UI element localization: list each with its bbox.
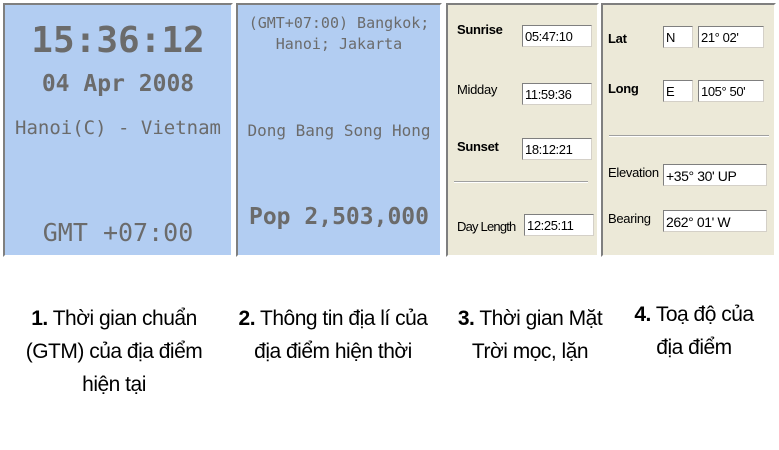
caption-4-line-2: địa điểm: [656, 336, 732, 359]
caption-1: 1. Thời gian chuẩn (GTM) của địa điểm hi…: [4, 302, 224, 401]
long-direction-field[interactable]: E: [663, 80, 693, 102]
divider: [609, 135, 769, 137]
location-name: Hanoi(C) - Vietnam: [15, 117, 221, 139]
sunset-field[interactable]: 18:12:21: [522, 138, 592, 160]
long-label: Long: [608, 81, 639, 96]
elevation-label: Elevation: [608, 165, 659, 180]
lat-label: Lat: [608, 31, 627, 46]
long-value-field[interactable]: 105° 50': [698, 80, 764, 102]
caption-1-line-3: hiện tại: [82, 373, 146, 396]
info-strip: 15:36:12 04 Apr 2008 Hanoi(C) - Vietnam …: [0, 0, 779, 262]
caption-3-line-2: Trời mọc, lặn: [471, 340, 589, 363]
caption-3: 3. Thời gian Mặt Trời mọc, lặn: [440, 302, 620, 368]
lat-value-field[interactable]: 21° 02': [698, 26, 764, 48]
timezone-line-1: (GMT+07:00) Bangkok;: [248, 14, 430, 32]
population: Pop 2,503,000: [248, 204, 429, 230]
caption-2-line-2: địa điểm hiện thời: [254, 340, 412, 363]
sunset-label: Sunset: [457, 139, 499, 154]
caption-3-text-1: Thời gian Mặt: [479, 307, 603, 330]
divider: [454, 181, 588, 183]
gmt-offset: GMT +07:00: [42, 218, 194, 247]
caption-1-line-1: 1. Thời gian chuẩn: [4, 302, 224, 335]
geo-info-panel[interactable]: (GMT+07:00) Bangkok; Hanoi; Jakarta Dong…: [236, 3, 442, 257]
lat-direction-field[interactable]: N: [663, 26, 693, 48]
region-name: Dong Bang Song Hong: [247, 121, 431, 140]
sunrise-label: Sunrise: [457, 22, 503, 37]
caption-2-text-1: Thông tin địa lí của: [260, 307, 428, 330]
caption-4-text-1: Toạ độ của: [655, 303, 754, 326]
sun-times-panel: Sunrise 05:47:10 Midday 11:59:36 Sunset …: [446, 3, 599, 257]
elevation-field[interactable]: +35° 30' UP: [663, 164, 767, 186]
sunrise-field[interactable]: 05:47:10: [522, 25, 592, 47]
caption-2-number: 2.: [238, 307, 256, 330]
current-date: 04 Apr 2008: [41, 71, 195, 97]
caption-1-number: 1.: [31, 307, 48, 330]
timezone-line-2: Hanoi; Jakarta: [275, 35, 403, 53]
caption-2-line-1: 2. Thông tin địa lí của: [223, 302, 443, 335]
day-length-field[interactable]: 12:25:11: [524, 214, 594, 236]
caption-3-line-1: 3. Thời gian Mặt: [440, 302, 620, 335]
midday-field[interactable]: 11:59:36: [522, 83, 592, 105]
current-time: 15:36:12: [31, 20, 205, 61]
local-time-panel[interactable]: 15:36:12 04 Apr 2008 Hanoi(C) - Vietnam …: [3, 3, 233, 257]
caption-4-number: 4.: [634, 303, 651, 326]
caption-4: 4. Toạ độ của địa điểm: [614, 298, 774, 364]
day-length-label: Day Length: [457, 219, 516, 234]
bearing-field[interactable]: 262° 01' W: [663, 210, 767, 232]
caption-3-number: 3.: [457, 307, 475, 330]
caption-1-line-2: (GTM) của địa điểm: [25, 340, 203, 363]
bearing-label: Bearing: [608, 211, 651, 226]
midday-label: Midday: [457, 82, 498, 97]
coordinates-panel: Lat N 21° 02' Long E 105° 50' Elevation …: [601, 3, 776, 257]
caption-1-text-1: Thời gian chuẩn: [52, 307, 198, 330]
caption-2: 2. Thông tin địa lí của địa điểm hiện th…: [223, 302, 443, 368]
caption-4-line-1: 4. Toạ độ của: [614, 298, 774, 331]
